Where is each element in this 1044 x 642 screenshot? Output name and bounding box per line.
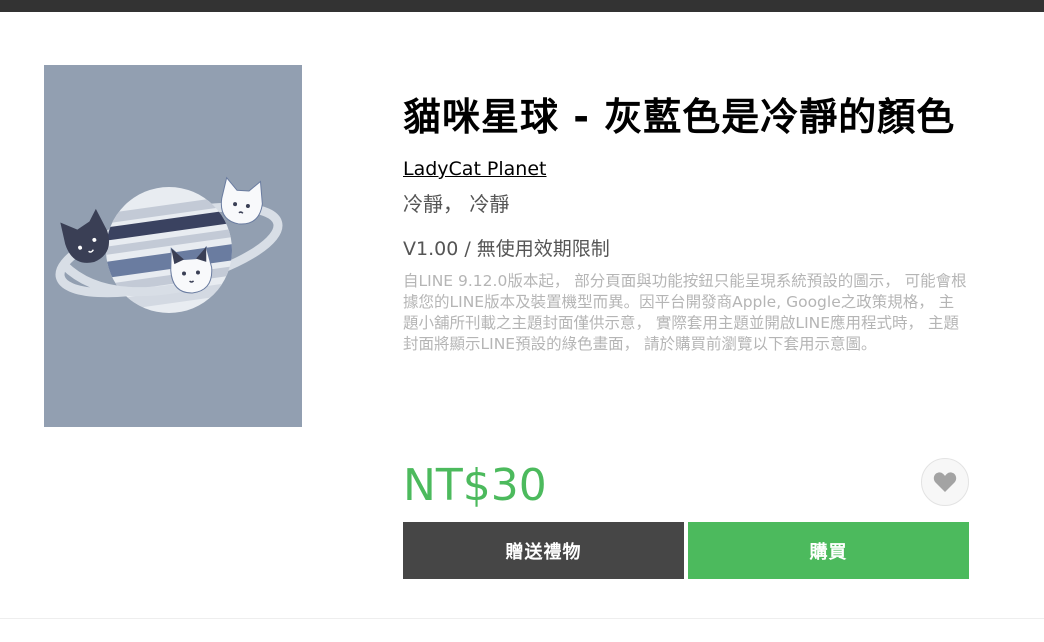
product-info: 貓咪星球 - 灰藍色是冷靜的顏色 LadyCat Planet 冷靜， 冷靜 V… [403,90,970,355]
price: NT$30 [403,460,547,511]
version-info: V1.00 / 無使用效期限制 [403,238,610,260]
favorite-button[interactable] [921,458,969,506]
product-tags: 冷靜， 冷靜 [403,192,510,216]
bottom-divider [0,618,1044,619]
buy-button[interactable]: 購買 [688,522,969,579]
product-title: 貓咪星球 - 灰藍色是冷靜的顏色 [403,95,956,139]
top-bar [0,0,1044,12]
compatibility-notice: 自LINE 9.12.0版本起， 部分頁面與功能按鈕只能呈現系統預設的圖示， 可… [403,272,967,353]
cat-planet-illustration [55,176,283,313]
author-link[interactable]: LadyCat Planet [403,156,547,182]
theme-thumbnail [44,65,302,427]
gift-button[interactable]: 贈送禮物 [403,522,684,579]
heart-icon [933,472,957,492]
